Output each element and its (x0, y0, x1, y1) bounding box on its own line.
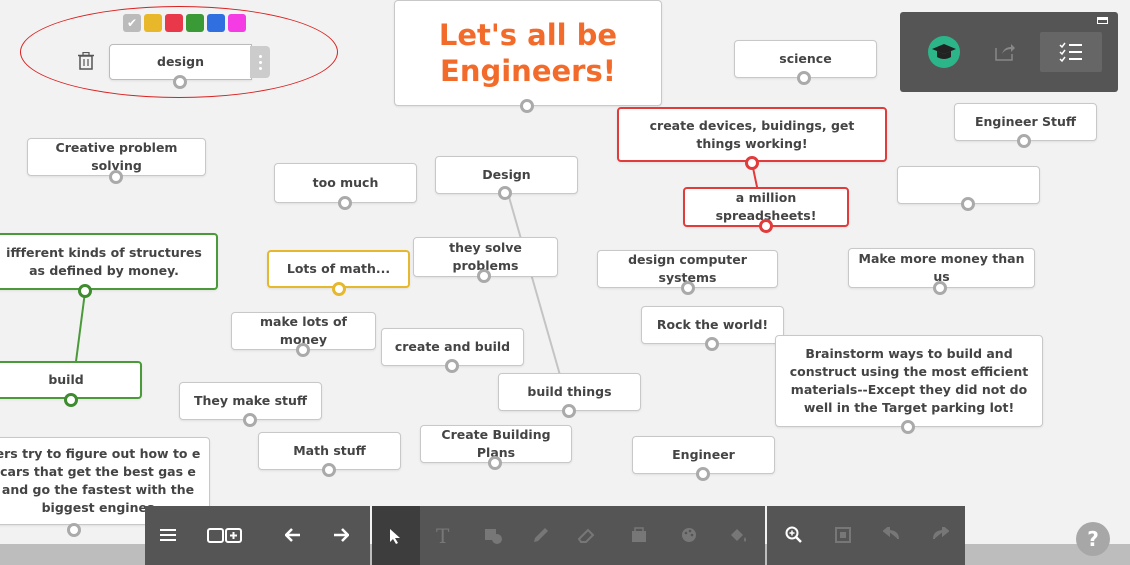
node-label: Engineer Stuff (974, 114, 1077, 129)
shape-icon[interactable] (484, 528, 502, 544)
title-line-2: Engineers! (440, 54, 616, 88)
node-connector[interactable] (681, 281, 695, 295)
node-connector[interactable] (562, 404, 576, 418)
node-label: iffferent kinds of structures as defined… (6, 244, 202, 278)
node-connector[interactable] (696, 467, 710, 481)
node-connector[interactable] (296, 343, 310, 357)
node-label: Engineer (672, 447, 735, 462)
node-label: They make stuff (193, 393, 308, 408)
node-label: science (779, 51, 832, 66)
outline-list-icon[interactable] (1040, 32, 1102, 72)
redo-icon[interactable] (931, 527, 949, 543)
node-connector[interactable] (109, 170, 123, 184)
node-connector[interactable] (78, 284, 92, 298)
trash-icon[interactable] (78, 52, 94, 70)
node-connector[interactable] (797, 71, 811, 85)
node-connector[interactable] (705, 337, 719, 351)
title-card[interactable]: Let's all be Engineers! (394, 0, 662, 106)
toolbar-nav (145, 506, 370, 565)
fill-icon[interactable] (728, 526, 748, 544)
back-arrow-icon[interactable] (285, 528, 301, 542)
color-swatch-gray[interactable]: ✔ (123, 14, 141, 32)
add-card-icon[interactable] (207, 526, 243, 544)
title-connector[interactable] (520, 99, 534, 113)
node-connector[interactable] (322, 463, 336, 477)
color-swatch-red[interactable] (165, 14, 183, 32)
text-icon[interactable]: T (436, 524, 449, 548)
share-icon[interactable] (994, 42, 1016, 62)
node-label: Math stuff (293, 443, 366, 458)
toolbar-view (767, 506, 965, 565)
color-swatch-green[interactable] (186, 14, 204, 32)
node-label: create devices, buidings, get things wor… (649, 117, 855, 151)
pointer-icon (390, 529, 400, 544)
node-connector[interactable] (498, 186, 512, 200)
node-brainstorm[interactable]: Brainstorm ways to build and construct u… (775, 335, 1043, 427)
node-structures[interactable]: iffferent kinds of structures as defined… (0, 233, 218, 290)
node-connector[interactable] (332, 282, 346, 296)
node-label: design (157, 54, 204, 69)
sticker-icon[interactable] (630, 526, 648, 544)
eraser-icon[interactable] (578, 526, 596, 544)
node-connector[interactable] (901, 420, 915, 434)
node-label: build (48, 372, 84, 387)
node-connector[interactable] (961, 197, 975, 211)
node-label: Rock the world! (656, 317, 769, 332)
node-connector[interactable] (1017, 134, 1031, 148)
node-menu-handle[interactable] (250, 46, 270, 78)
mindmap-canvas[interactable]: Let's all be Engineers! ✔ design Creativ… (0, 0, 1130, 565)
node-label: Lots of math... (286, 261, 391, 276)
node-connector[interactable] (488, 456, 502, 470)
menu-icon[interactable] (160, 528, 176, 542)
graduation-cap-icon[interactable] (928, 36, 960, 68)
node-label: too much (312, 175, 379, 190)
node-label: Design (482, 167, 531, 182)
help-label: ? (1087, 527, 1099, 551)
fit-icon[interactable] (835, 527, 851, 543)
node-connector[interactable] (338, 196, 352, 210)
node-connector[interactable] (67, 523, 81, 537)
node-create-devices[interactable]: create devices, buidings, get things wor… (617, 107, 887, 162)
pointer-tool-active[interactable] (372, 506, 420, 565)
forward-arrow-icon[interactable] (333, 528, 349, 542)
title-line-1: Let's all be (438, 18, 618, 52)
color-swatch-yellow[interactable] (144, 14, 162, 32)
node-connector[interactable] (445, 359, 459, 373)
minimize-icon[interactable] (1097, 17, 1108, 24)
node-label: build things (527, 384, 612, 399)
palette-icon[interactable] (680, 526, 698, 544)
node-connector[interactable] (243, 413, 257, 427)
help-button[interactable]: ? (1076, 522, 1110, 556)
color-palette: ✔ (123, 14, 246, 32)
undo-icon[interactable] (883, 527, 901, 543)
node-connector[interactable] (64, 393, 78, 407)
color-swatch-blue[interactable] (207, 14, 225, 32)
node-label: Brainstorm ways to build and construct u… (789, 346, 1029, 415)
toolbar-tools: T (372, 506, 765, 565)
node-connector[interactable] (745, 156, 759, 170)
node-connector[interactable] (933, 281, 947, 295)
pen-icon[interactable] (532, 526, 550, 544)
node-connector[interactable] (477, 269, 491, 283)
color-swatch-magenta[interactable] (228, 14, 246, 32)
zoom-in-icon[interactable] (785, 526, 803, 544)
side-panel (900, 12, 1118, 92)
node-connector[interactable] (173, 75, 187, 89)
node-connector[interactable] (759, 219, 773, 233)
node-label: create and build (394, 339, 511, 354)
